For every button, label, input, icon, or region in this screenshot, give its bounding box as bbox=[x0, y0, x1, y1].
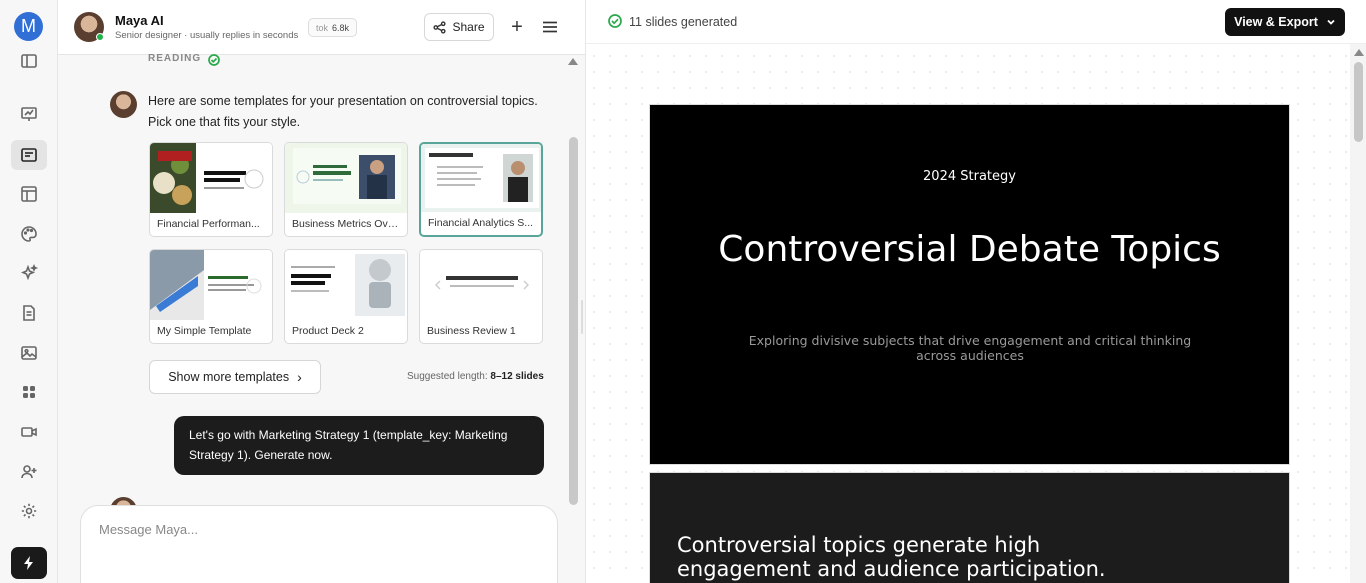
assistant-message-avatar bbox=[110, 91, 137, 118]
show-more-templates-button[interactable]: Show more templates › bbox=[149, 360, 321, 394]
palette-icon[interactable] bbox=[11, 219, 47, 249]
view-export-label: View & Export bbox=[1234, 15, 1318, 29]
template-label: Financial Analytics S... bbox=[428, 217, 534, 229]
view-export-button[interactable]: View & Export bbox=[1225, 8, 1345, 36]
slide-body-text: Controversial topics generate high engag… bbox=[677, 533, 1106, 581]
chat-header: Maya AI Senior designer · usually replie… bbox=[58, 0, 585, 55]
upgrade-bolt-button[interactable] bbox=[11, 547, 47, 579]
user-avatar[interactable]: M bbox=[14, 12, 43, 41]
template-label: Business Review 1 bbox=[427, 325, 516, 337]
token-label: tok bbox=[316, 22, 329, 33]
slide-tag: 2024 Strategy bbox=[923, 169, 1016, 184]
chat-scrollbar[interactable] bbox=[568, 56, 580, 506]
message-input[interactable] bbox=[99, 522, 499, 537]
share-label: Share bbox=[452, 20, 485, 34]
template-label: Financial Performan... bbox=[157, 218, 260, 230]
template-card[interactable]: Business Review 1 bbox=[419, 249, 543, 344]
token-value: 6.8k bbox=[332, 22, 350, 33]
add-user-icon[interactable] bbox=[11, 457, 47, 487]
template-label: My Simple Template bbox=[157, 325, 252, 337]
template-thumbnail bbox=[285, 250, 407, 320]
scrollbar-thumb[interactable] bbox=[569, 137, 578, 505]
check-circle-icon bbox=[608, 14, 622, 28]
template-thumbnail bbox=[420, 250, 542, 320]
scrollbar-thumb[interactable] bbox=[1354, 62, 1363, 142]
suggested-length: Suggested length: 8–12 slides bbox=[407, 371, 544, 382]
message-composer bbox=[80, 505, 558, 583]
slide-1[interactable]: 2024 Strategy Controversial Debate Topic… bbox=[649, 104, 1290, 465]
assistant-subtitle: Senior designer · usually replies in sec… bbox=[115, 30, 299, 41]
scroll-up-arrow-icon[interactable] bbox=[1354, 49, 1364, 56]
assistant-message: Here are some templates for your present… bbox=[148, 94, 538, 129]
sidebar-toggle-icon[interactable] bbox=[11, 46, 47, 76]
menu-icon[interactable] bbox=[538, 15, 562, 39]
slide-2[interactable]: Controversial topics generate high engag… bbox=[649, 472, 1290, 583]
token-badge: tok 6.8k bbox=[308, 18, 358, 37]
chat-slides-icon[interactable] bbox=[11, 140, 47, 170]
online-status-dot bbox=[96, 33, 104, 41]
bolt-icon bbox=[24, 556, 33, 570]
preview-toolbar: 11 slides generated View & Export bbox=[586, 0, 1366, 44]
apps-icon[interactable] bbox=[11, 377, 47, 407]
chevron-down-icon bbox=[1327, 19, 1335, 25]
layout-icon[interactable] bbox=[11, 179, 47, 209]
template-label: Business Metrics Ove... bbox=[292, 218, 402, 230]
template-thumbnail bbox=[285, 143, 407, 213]
video-icon[interactable] bbox=[11, 417, 47, 447]
check-circle-icon bbox=[208, 53, 220, 66]
user-message: Let's go with Marketing Strategy 1 (temp… bbox=[174, 416, 544, 475]
template-card[interactable]: Business Metrics Ove... bbox=[284, 142, 408, 237]
chevron-right-icon: › bbox=[297, 369, 302, 385]
scroll-up-arrow-icon[interactable] bbox=[568, 58, 578, 65]
share-icon bbox=[433, 20, 447, 34]
reading-status: READING bbox=[148, 53, 202, 64]
slide-title: Controversial Debate Topics bbox=[718, 229, 1221, 270]
generation-status: 11 slides generated bbox=[629, 15, 738, 29]
assistant-name: Maya AI bbox=[115, 13, 164, 28]
template-card-selected[interactable]: Financial Analytics S... bbox=[419, 142, 543, 237]
settings-icon[interactable] bbox=[11, 496, 47, 526]
template-thumbnail bbox=[150, 143, 272, 213]
slide-preview-panel: 11 slides generated View & Export 2024 S… bbox=[585, 0, 1366, 583]
slide-subtitle: Exploring divisive subjects that drive e… bbox=[748, 333, 1192, 363]
new-chat-plus-icon[interactable]: + bbox=[505, 15, 529, 39]
template-card[interactable]: Financial Performan... bbox=[149, 142, 273, 237]
template-label: Product Deck 2 bbox=[292, 325, 364, 337]
left-rail: M bbox=[0, 0, 58, 583]
presentation-icon[interactable] bbox=[11, 99, 47, 129]
panel-resize-handle[interactable] bbox=[581, 300, 583, 334]
document-icon[interactable] bbox=[11, 298, 47, 328]
image-icon[interactable] bbox=[11, 338, 47, 368]
template-thumbnail bbox=[421, 144, 541, 214]
sparkles-icon[interactable] bbox=[11, 258, 47, 288]
chat-panel: Maya AI Senior designer · usually replie… bbox=[58, 0, 585, 583]
show-more-label: Show more templates bbox=[168, 370, 290, 384]
template-thumbnail bbox=[150, 250, 272, 320]
template-card[interactable]: Product Deck 2 bbox=[284, 249, 408, 344]
suggested-length-prefix: Suggested length: bbox=[407, 371, 488, 382]
suggested-length-value: 8–12 slides bbox=[490, 371, 544, 382]
share-button[interactable]: Share bbox=[424, 13, 494, 41]
preview-scrollbar[interactable] bbox=[1350, 44, 1366, 583]
template-card[interactable]: My Simple Template bbox=[149, 249, 273, 344]
